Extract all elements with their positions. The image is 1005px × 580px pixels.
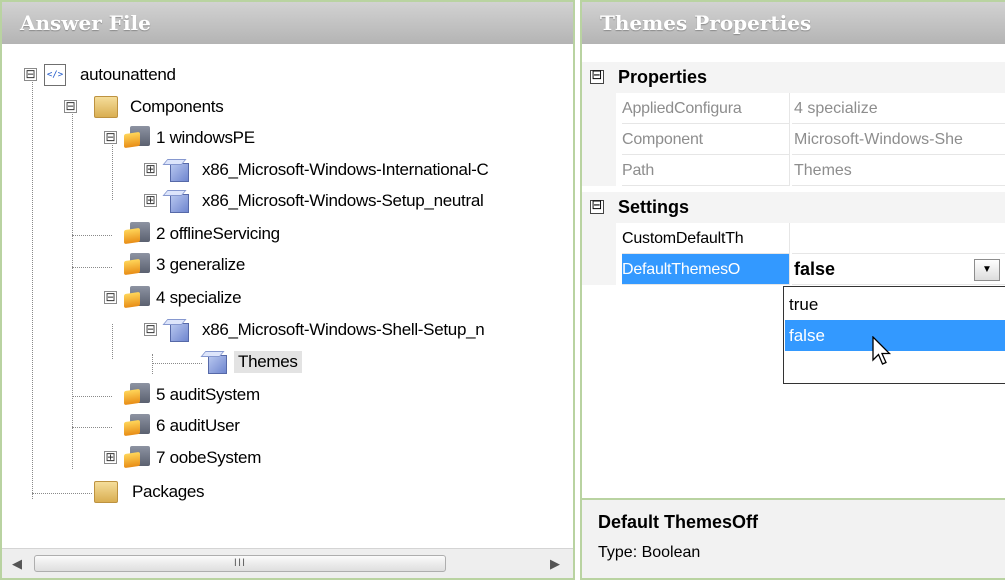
- property-row-applied-configuration[interactable]: AppliedConfigura 4 specialize: [582, 93, 1005, 124]
- dropdown-option-false[interactable]: false: [785, 320, 1005, 351]
- configuration-pass-icon: [124, 446, 150, 470]
- answer-file-tree: ⊟ </> autounattend ⊟ Components ⊟ 1 wind…: [2, 44, 573, 534]
- configuration-pass-icon: [124, 126, 150, 150]
- answer-file-header: Answer File: [2, 2, 573, 44]
- expand-toggle[interactable]: ⊞: [144, 194, 157, 207]
- tree-node-label: 4 specialize: [156, 288, 242, 307]
- description-panel: Default ThemesOff Type: Boolean: [582, 498, 1005, 578]
- category-label: Settings: [618, 197, 690, 217]
- description-title: Default ThemesOff: [598, 512, 759, 532]
- tree-node-generalize[interactable]: 3 generalize: [124, 250, 245, 280]
- tree-node-autounattend[interactable]: ⊟ </> autounattend: [24, 60, 176, 90]
- tree-node-label: 5 auditSystem: [156, 385, 260, 404]
- tree-node-specialize[interactable]: ⊟ 4 specialize: [104, 283, 242, 313]
- tree-node-themes[interactable]: Themes: [200, 347, 302, 377]
- property-name: CustomDefaultTh: [622, 223, 790, 254]
- tree-node-components[interactable]: ⊟ Components: [64, 92, 224, 122]
- xml-file-icon: </>: [44, 64, 66, 86]
- collapse-toggle[interactable]: ⊟: [64, 100, 77, 113]
- folder-icon: [94, 96, 118, 118]
- folder-icon: [94, 481, 118, 503]
- tree-node-label: 2 offlineServicing: [156, 224, 280, 243]
- tree-node-windowspe[interactable]: ⊟ 1 windowsPE: [104, 123, 255, 153]
- tree-node-packages[interactable]: Packages: [94, 477, 205, 507]
- properties-panel: Themes Properties ⊟ Properties AppliedCo…: [580, 0, 1005, 580]
- tree-node-label: 3 generalize: [156, 255, 246, 274]
- horizontal-scrollbar[interactable]: ◀ III ▶: [2, 548, 573, 578]
- component-cube-icon: [162, 318, 190, 342]
- expand-toggle[interactable]: ⊞: [104, 451, 117, 464]
- tree-node-label: 7 oobeSystem: [156, 448, 262, 467]
- property-row-default-themes-off[interactable]: DefaultThemesO false ▼: [582, 254, 1005, 285]
- answer-file-panel: Answer File ⊟ </> autounattend ⊟ Compone…: [0, 0, 575, 580]
- component-cube-icon: [162, 158, 190, 182]
- property-name: Component: [622, 124, 790, 155]
- tree-node-offline-servicing[interactable]: 2 offlineServicing: [124, 219, 280, 249]
- property-row-path[interactable]: Path Themes: [582, 155, 1005, 186]
- property-row-custom-default-themes[interactable]: CustomDefaultTh: [582, 223, 1005, 254]
- tree-node-shell-setup-component[interactable]: ⊟ x86_Microsoft-Windows-Shell-Setup_n: [144, 315, 485, 345]
- property-name: Path: [622, 155, 790, 186]
- property-value: Themes: [792, 155, 1005, 186]
- tree-node-audit-system[interactable]: 5 auditSystem: [124, 380, 260, 410]
- category-label: Properties: [618, 67, 708, 87]
- category-collapse-toggle[interactable]: ⊟: [590, 199, 604, 214]
- scrollbar-thumb[interactable]: III: [34, 555, 446, 572]
- property-row-component[interactable]: Component Microsoft-Windows-She: [582, 124, 1005, 155]
- tree-node-oobe-system[interactable]: ⊞ 7 oobeSystem: [104, 443, 261, 473]
- tree-node-label-selected: Themes: [234, 351, 302, 373]
- tree-node-audit-user[interactable]: 6 auditUser: [124, 411, 240, 441]
- scrollbar-grip: III: [233, 557, 247, 569]
- configuration-pass-icon: [124, 286, 150, 310]
- scroll-right-arrow-icon[interactable]: ▶: [550, 556, 560, 572]
- category-settings[interactable]: ⊟ Settings: [582, 192, 1005, 223]
- dropdown-option-true[interactable]: true: [785, 289, 1005, 320]
- configuration-pass-icon: [124, 253, 150, 277]
- collapse-toggle[interactable]: ⊟: [104, 291, 117, 304]
- tree-node-label: autounattend: [80, 65, 176, 84]
- tree-node-label: 1 windowsPE: [156, 128, 255, 147]
- configuration-pass-icon: [124, 414, 150, 438]
- property-grid: ⊟ Properties AppliedConfigura 4 speciali…: [582, 46, 1005, 296]
- tree-node-label: x86_Microsoft-Windows-Setup_neutral: [202, 191, 484, 210]
- dropdown-arrow-button[interactable]: ▼: [974, 259, 1000, 281]
- collapse-toggle[interactable]: ⊟: [24, 68, 37, 81]
- properties-header: Themes Properties: [582, 2, 1005, 44]
- configuration-pass-icon: [124, 222, 150, 246]
- tree-node-international-component[interactable]: ⊞ x86_Microsoft-Windows-International-C: [144, 155, 489, 185]
- property-name-selected: DefaultThemesO: [622, 254, 790, 285]
- category-collapse-toggle[interactable]: ⊟: [590, 69, 604, 84]
- configuration-pass-icon: [124, 383, 150, 407]
- tree-node-label: Components: [130, 97, 224, 116]
- property-name: AppliedConfigura: [622, 93, 790, 124]
- component-cube-icon: [162, 189, 190, 213]
- tree-node-label: x86_Microsoft-Windows-International-C: [202, 160, 489, 179]
- property-value: Microsoft-Windows-She: [792, 124, 1005, 155]
- tree-node-setup-component[interactable]: ⊞ x86_Microsoft-Windows-Setup_neutral: [144, 186, 484, 216]
- tree-node-label: x86_Microsoft-Windows-Shell-Setup_n: [202, 320, 485, 339]
- collapse-toggle[interactable]: ⊟: [104, 131, 117, 144]
- property-value[interactable]: [792, 223, 1005, 254]
- category-properties[interactable]: ⊟ Properties: [582, 62, 1005, 93]
- component-cube-icon: [200, 350, 228, 374]
- tree-node-label: Packages: [132, 482, 205, 501]
- description-type: Type: Boolean: [598, 544, 701, 561]
- tree-node-label: 6 auditUser: [156, 416, 240, 435]
- expand-toggle[interactable]: ⊞: [144, 163, 157, 176]
- scroll-left-arrow-icon[interactable]: ◀: [12, 556, 22, 572]
- mouse-pointer-icon: [872, 336, 892, 365]
- property-value: 4 specialize: [792, 93, 1005, 124]
- collapse-toggle[interactable]: ⊟: [144, 323, 157, 336]
- value-dropdown-list[interactable]: true false: [783, 286, 1005, 384]
